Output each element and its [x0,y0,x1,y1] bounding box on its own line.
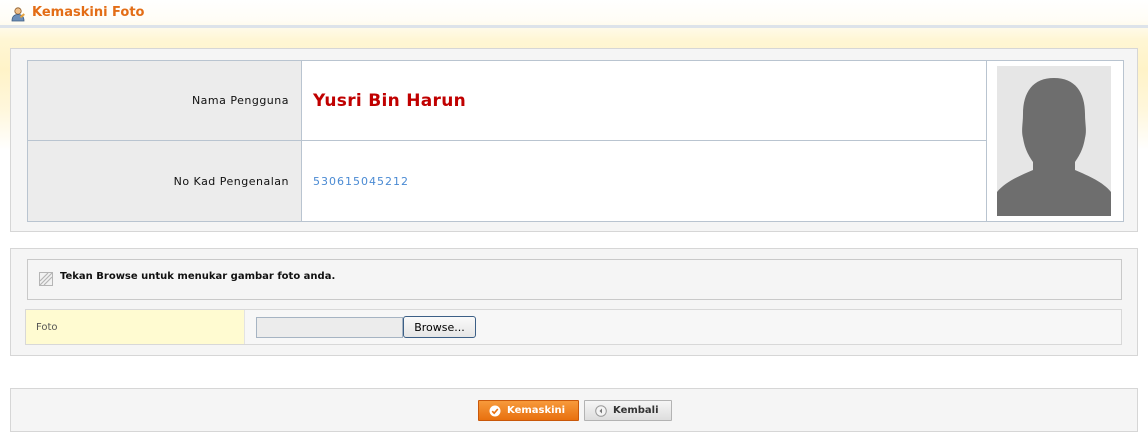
title-bar: Kemaskini Foto [0,0,1148,28]
kembali-button[interactable]: Kembali [584,400,672,421]
photo-field-row: Foto Browse... [25,309,1122,345]
page-title: Kemaskini Foto [32,5,145,20]
profile-panel: Nama Pengguna Yusri Bin Harun No Kad Pen… [10,48,1138,232]
notice-text: Tekan Browse untuk menukar gambar foto a… [60,271,336,282]
kemaskini-label: Kemaskini [507,405,566,416]
photo-file-input[interactable] [256,317,403,338]
name-value-cell: Yusri Bin Harun [313,61,466,140]
photo-frame [986,60,1124,222]
ic-value: 530615045212 [313,174,409,188]
kemaskini-button[interactable]: Kemaskini [478,400,579,421]
info-stripe-icon [39,272,53,286]
check-circle-icon [489,405,501,416]
upload-panel: Tekan Browse untuk menukar gambar foto a… [10,248,1138,356]
back-arrow-icon [595,404,607,417]
name-row: Nama Pengguna Yusri Bin Harun [28,61,987,141]
user-edit-icon [11,7,25,22]
name-label: Nama Pengguna [28,61,302,140]
name-value: Yusri Bin Harun [313,90,467,111]
profile-photo [997,66,1111,216]
ic-label: No Kad Pengenalan [28,141,302,221]
browse-button[interactable]: Browse... [403,316,476,338]
photo-field-label: Foto [26,310,245,344]
action-panel: Kemaskini Kembali [10,388,1138,432]
ic-row: No Kad Pengenalan 530615045212 [28,141,987,221]
profile-table: Nama Pengguna Yusri Bin Harun No Kad Pen… [27,60,988,222]
upload-notice: Tekan Browse untuk menukar gambar foto a… [27,259,1122,300]
ic-value-cell: 530615045212 [313,141,409,221]
kembali-label: Kembali [613,405,659,416]
